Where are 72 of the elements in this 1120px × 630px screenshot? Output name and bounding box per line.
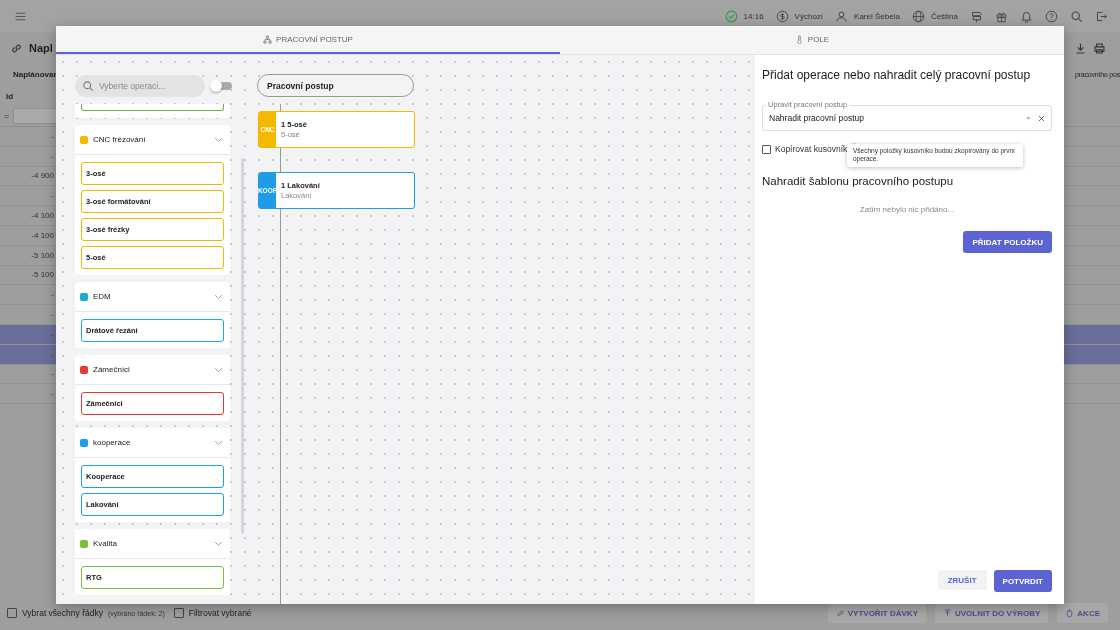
checkbox[interactable] [173, 608, 184, 618]
hierarchy-icon [263, 34, 273, 44]
select-all-label[interactable]: Vybrat všechny řádky [22, 608, 103, 618]
clock-time: 14:16 [743, 11, 764, 21]
chevron-down-icon[interactable] [214, 439, 223, 446]
table-cell-text: - [50, 290, 54, 300]
download-icon[interactable] [1074, 41, 1087, 55]
globe-icon [911, 9, 925, 23]
bell-icon[interactable] [1020, 9, 1033, 23]
cancel-button[interactable]: ZRUŠIT [937, 570, 987, 590]
upload-icon [943, 608, 952, 618]
table-cell-text: -5 100 [30, 250, 54, 260]
table-cell-text: - [50, 369, 54, 379]
group-name[interactable]: Kvalita [93, 539, 209, 548]
tab[interactable]: PRACOVNÍ POSTUP [56, 26, 560, 54]
group-name[interactable]: CNC frézování [93, 135, 209, 144]
filter-selected-label[interactable]: Filtrovat vybrané [188, 608, 252, 618]
search-field[interactable]: Vyberte operaci... [75, 74, 205, 97]
column-header[interactable]: Naplánovan [13, 69, 59, 79]
table-cell-text: -4 100 [30, 211, 54, 221]
table-cell-text: - [50, 349, 54, 359]
checkbox[interactable] [7, 608, 17, 618]
filter-operator[interactable]: = [4, 111, 10, 121]
chevron-down-icon[interactable] [214, 366, 223, 373]
checkbox[interactable] [762, 144, 771, 154]
toggle-switch[interactable] [212, 81, 232, 90]
dollar-icon [775, 9, 789, 23]
link-icon [10, 41, 23, 55]
group-name[interactable]: Zámečníci [93, 365, 209, 374]
table-cell-text: - [50, 310, 54, 320]
help-icon[interactable] [1045, 9, 1058, 23]
operation-item[interactable] [81, 104, 224, 111]
table-cell-text: -4 900 [30, 171, 54, 181]
empty-message: Zatím nebylo nic přidáno... [858, 205, 956, 214]
chevron-down-icon[interactable] [214, 293, 223, 300]
caret-icon [1026, 116, 1031, 120]
add-item-button[interactable]: PŘIDAT POLOŽKU [963, 231, 1052, 253]
page-title: Napl [29, 42, 53, 54]
tab[interactable]: POLE [560, 26, 1064, 54]
table-cell-text: - [50, 151, 54, 161]
link-icon [835, 608, 845, 618]
select-value: Nahradit pracovní postup [769, 113, 865, 123]
panel-title: Přidat operace nebo nahradit celý pracovní postup [762, 68, 1032, 82]
table-cell-text: - [50, 389, 54, 399]
table-cell-text: -4 100 [30, 230, 54, 240]
table-cell-text: - [50, 131, 54, 141]
close-icon[interactable] [1038, 114, 1045, 122]
gift-icon[interactable] [995, 9, 1008, 23]
table-cell-text: - [50, 329, 54, 339]
group-name[interactable]: kooperace [93, 438, 209, 447]
search-icon[interactable] [1070, 9, 1083, 23]
chevron-down-icon[interactable] [214, 136, 223, 143]
check-circle-icon [724, 9, 738, 23]
workflow-button[interactable]: Pracovní postup [257, 74, 414, 97]
logout-icon[interactable] [1095, 9, 1108, 23]
user-icon [835, 9, 849, 23]
section-title: Nahradit šablonu pracovního postupu [762, 175, 955, 187]
group-name[interactable]: EDM [93, 292, 209, 301]
chevron-down-icon[interactable] [214, 540, 223, 547]
copy-bom-label[interactable]: Kopírovat kusovník [775, 144, 848, 154]
print-icon[interactable] [1093, 41, 1106, 55]
mouse-icon [1065, 608, 1075, 618]
thermometer-icon [794, 34, 804, 44]
currency-label[interactable]: Výchozí [794, 11, 824, 21]
search-icon [82, 79, 94, 92]
signpost-icon[interactable] [970, 9, 983, 23]
table-cell-text: - [50, 191, 54, 201]
user-name[interactable]: Karel Šebela [854, 11, 900, 21]
table-cell-text: -5 100 [30, 270, 54, 280]
confirm-button[interactable]: POTVRDIT [993, 570, 1052, 592]
column-header[interactable]: Id [6, 91, 14, 101]
language-label[interactable]: Čeština [930, 11, 958, 21]
